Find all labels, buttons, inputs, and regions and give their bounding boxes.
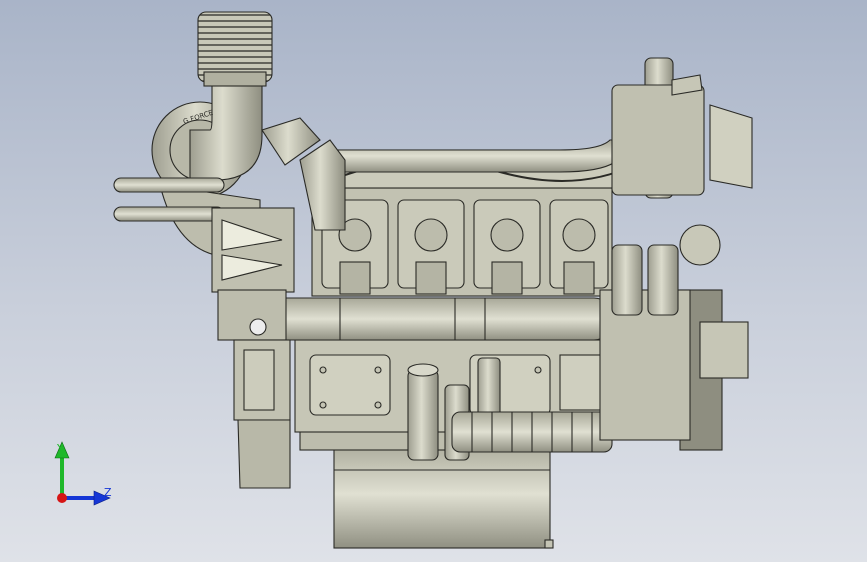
axis-triad: Y Z <box>54 441 112 506</box>
z-axis-label: Z <box>104 486 112 499</box>
front-housing <box>211 207 295 489</box>
exhaust-pipe <box>314 139 641 173</box>
cad-viewport[interactable]: G FORCE Y Z <box>0 0 867 562</box>
engine-3d-model[interactable]: G FORCE <box>0 0 867 562</box>
air-intake-bellows <box>197 11 273 87</box>
intake-elbow <box>189 79 263 181</box>
x-axis-dot <box>57 493 67 503</box>
exhaust-stack <box>611 57 753 199</box>
y-axis-label: Y <box>56 442 64 455</box>
cylinder-heads <box>311 187 613 297</box>
charge-air-pipe <box>261 297 613 341</box>
oil-cooler <box>451 411 613 453</box>
flywheel-housing <box>599 224 749 451</box>
